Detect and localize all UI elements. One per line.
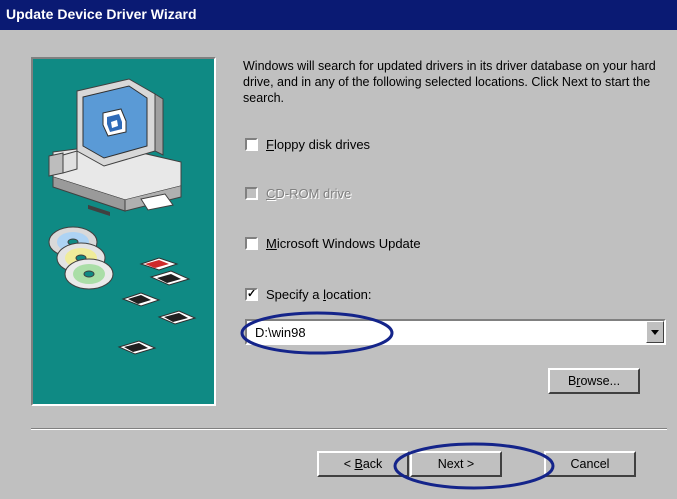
specify-location-checkbox[interactable]: ✓ Specify a location: [245,287,372,302]
computer-icon [48,78,182,217]
browse-button[interactable]: Browse... [548,368,640,394]
location-value[interactable]: D:\win98 [255,325,306,340]
window-title: Update Device Driver Wizard [6,6,197,22]
checkbox-icon[interactable] [245,138,258,151]
microsoft-windows-update-label: Microsoft Windows Update [266,236,421,251]
checkbox-icon[interactable]: ✓ [245,288,258,301]
wizard-illustration [31,57,216,406]
cd-rom-drive-label: CD-ROM drive [266,186,352,201]
next-button[interactable]: Next > [410,451,502,477]
back-button[interactable]: < Back [317,451,409,477]
checkbox-icon[interactable] [245,237,258,250]
specify-location-label: Specify a location: [266,287,372,302]
cd-rom-drive-checkbox[interactable]: CD-ROM drive [245,186,351,201]
intro-text: Windows will search for updated drivers … [243,59,656,105]
location-combobox[interactable]: D:\win98 [245,319,666,345]
floppy-disk-drives-checkbox[interactable]: Floppy disk drives [245,137,370,152]
floppy-disk-drives-label: Floppy disk drives [266,137,371,152]
floppy-disk-icon [117,257,197,355]
microsoft-windows-update-checkbox[interactable]: Microsoft Windows Update [245,236,421,251]
checkbox-icon [245,187,258,200]
title-bar[interactable]: Update Device Driver Wizard [0,0,677,30]
cancel-button[interactable]: Cancel [544,451,636,477]
cd-disc-icon [48,226,114,290]
separator [31,428,667,430]
dropdown-arrow-icon[interactable] [646,321,664,343]
wizard-window: Update Device Driver Wizard Windows will… [0,0,677,499]
